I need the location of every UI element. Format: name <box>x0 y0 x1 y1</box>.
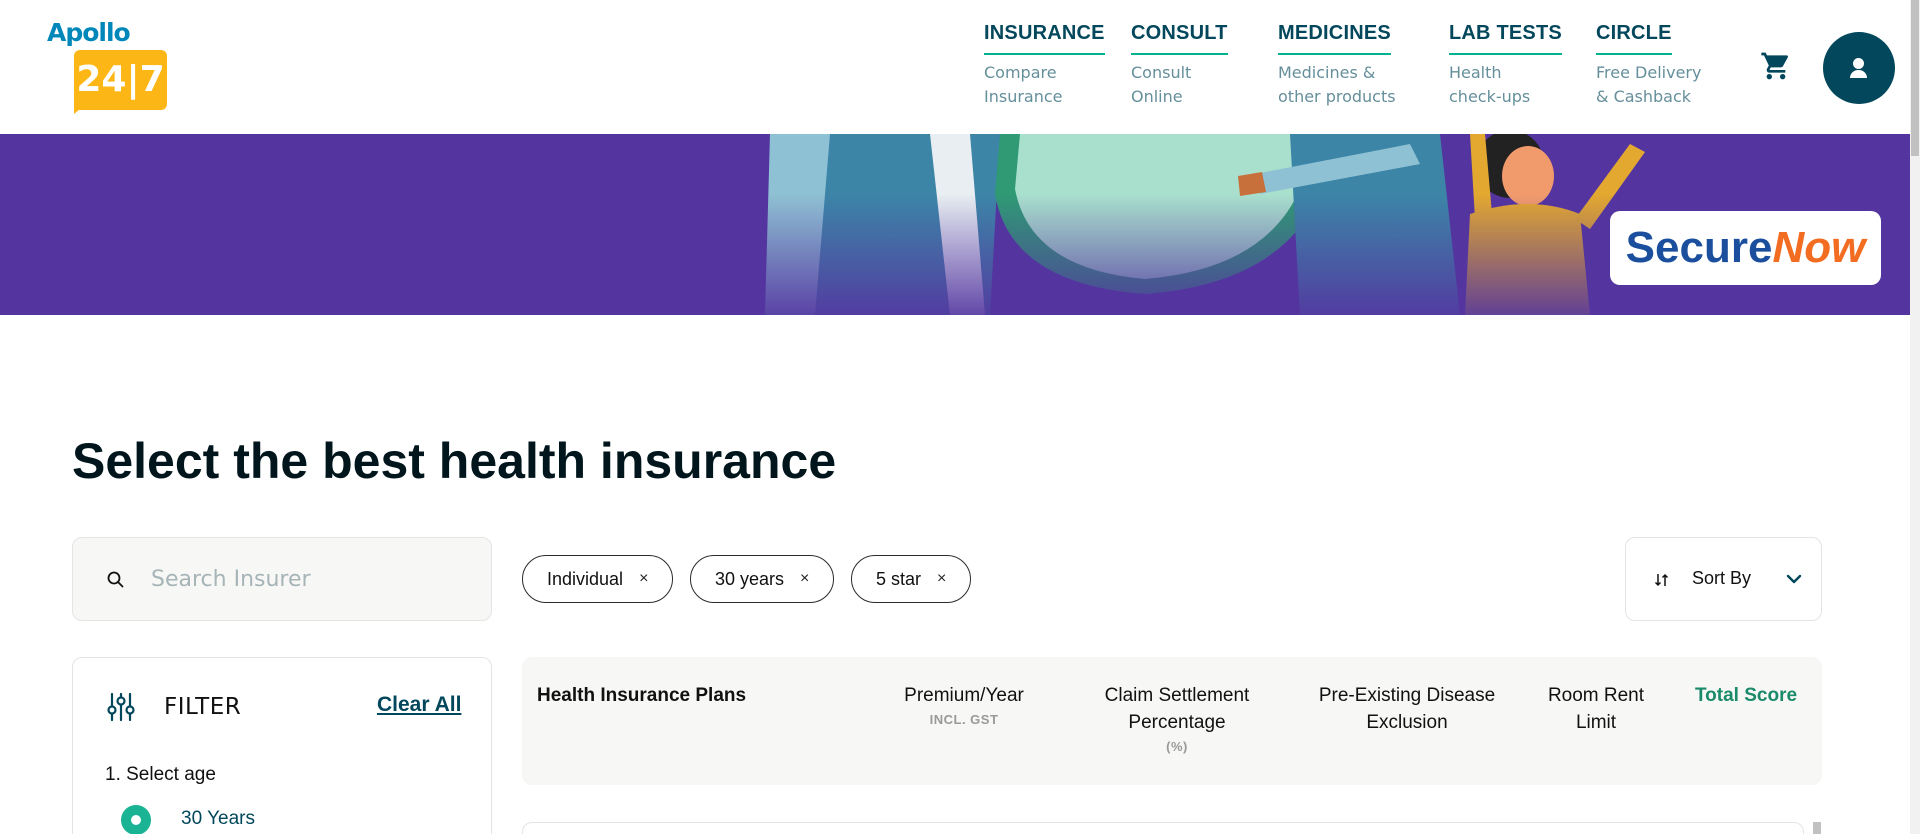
column-header-room-rent: Room Rent Limit <box>1536 682 1656 736</box>
sort-icon <box>1654 573 1669 587</box>
plan-card[interactable] <box>522 822 1804 834</box>
search-container <box>72 537 492 621</box>
column-header-label: Total Score <box>1694 685 1798 706</box>
user-icon-body <box>1850 70 1867 78</box>
nav-insurance[interactable]: INSURANCE Compare Insurance <box>984 22 1105 109</box>
filter-chip-age[interactable]: 30 years × <box>690 555 835 603</box>
clear-all-link[interactable]: Clear All <box>377 693 461 717</box>
nav-title: MEDICINES <box>1278 22 1391 55</box>
column-header-total-score[interactable]: Total Score <box>1682 682 1810 709</box>
profile-avatar-button[interactable] <box>1823 32 1895 104</box>
plans-table-header: Health Insurance Plans Premium/Year INCL… <box>522 657 1822 785</box>
page-scrollbar-thumb[interactable] <box>1911 0 1919 156</box>
nav-subtitle: Free Delivery & Cashback <box>1596 63 1702 106</box>
page-title: Select the best health insurance <box>72 433 837 489</box>
column-header-label: Claim Settlement Percentage <box>1104 685 1250 733</box>
nav-title: CIRCLE <box>1596 22 1672 55</box>
age-radio-selected[interactable] <box>121 805 151 834</box>
nav-consult[interactable]: CONSULT Consult Online <box>1131 22 1228 109</box>
column-header-premium: Premium/Year INCL. GST <box>894 682 1034 731</box>
nav-medicines[interactable]: MEDICINES Medicines & other products <box>1278 22 1396 109</box>
column-header-label: Room Rent Limit <box>1547 685 1645 733</box>
nav-subtitle: Health check-ups <box>1449 63 1531 106</box>
sort-by-dropdown[interactable]: Sort By <box>1625 537 1822 621</box>
radio-dot <box>131 815 141 825</box>
logo-badge: 24|7 <box>74 50 167 110</box>
column-header-label: Pre-Existing Disease Exclusion <box>1318 685 1496 733</box>
filter-chip-rating[interactable]: 5 star × <box>851 555 972 603</box>
sliders-icon <box>107 692 135 722</box>
logo-text: Apollo <box>47 18 131 47</box>
search-icon <box>107 571 124 588</box>
column-header-plans: Health Insurance Plans <box>537 682 746 709</box>
column-header-sublabel: (%) <box>1166 739 1188 754</box>
filter-panel: FILTER Clear All 1. Select age 30 Years <box>72 657 492 834</box>
nav-circle[interactable]: CIRCLE Free Delivery & Cashback <box>1596 22 1701 109</box>
column-header-pre-existing: Pre-Existing Disease Exclusion <box>1307 682 1507 736</box>
chip-label: 5 star <box>876 568 922 589</box>
sort-label: Sort By <box>1692 568 1752 588</box>
close-icon[interactable]: × <box>800 570 809 588</box>
chip-label: 30 years <box>715 568 785 589</box>
nav-title: CONSULT <box>1131 22 1228 55</box>
nav-lab-tests[interactable]: LAB TESTS Health check-ups <box>1449 22 1562 109</box>
user-icon <box>1853 58 1864 69</box>
search-insurer-input[interactable] <box>151 558 471 600</box>
column-header-claim-settlement: Claim Settlement Percentage (%) <box>1094 682 1260 758</box>
column-header-sublabel: INCL. GST <box>929 712 999 727</box>
close-icon[interactable]: × <box>937 570 946 588</box>
nav-subtitle: Medicines & other products <box>1278 63 1396 106</box>
chevron-down-icon <box>1786 574 1802 584</box>
securenow-partner-logo: SecureNow <box>1610 211 1881 285</box>
nav-subtitle: Compare Insurance <box>984 63 1063 106</box>
partner-logo-part2: Now <box>1772 223 1866 272</box>
close-icon[interactable]: × <box>639 570 648 588</box>
age-option-label[interactable]: 30 Years <box>181 808 255 830</box>
partner-logo-part1: Secure <box>1625 223 1773 272</box>
column-header-label: Premium/Year <box>904 685 1024 706</box>
column-header-label: Health Insurance Plans <box>537 685 747 706</box>
chip-label: Individual <box>547 568 624 589</box>
age-section-heading: 1. Select age <box>105 764 216 785</box>
site-header: Apollo 24|7 INSURANCE Compare Insurance … <box>0 0 1910 134</box>
cart-icon[interactable] <box>1759 50 1793 82</box>
filter-title: FILTER <box>164 694 242 720</box>
logo-tail <box>74 104 86 114</box>
filter-chip-individual[interactable]: Individual × <box>522 555 674 603</box>
results-scrollbar[interactable] <box>1813 822 1821 834</box>
nav-title: LAB TESTS <box>1449 22 1562 55</box>
nav-title: INSURANCE <box>984 22 1105 55</box>
nav-subtitle: Consult Online <box>1131 63 1192 106</box>
apollo-logo[interactable]: Apollo 24|7 <box>47 18 167 114</box>
